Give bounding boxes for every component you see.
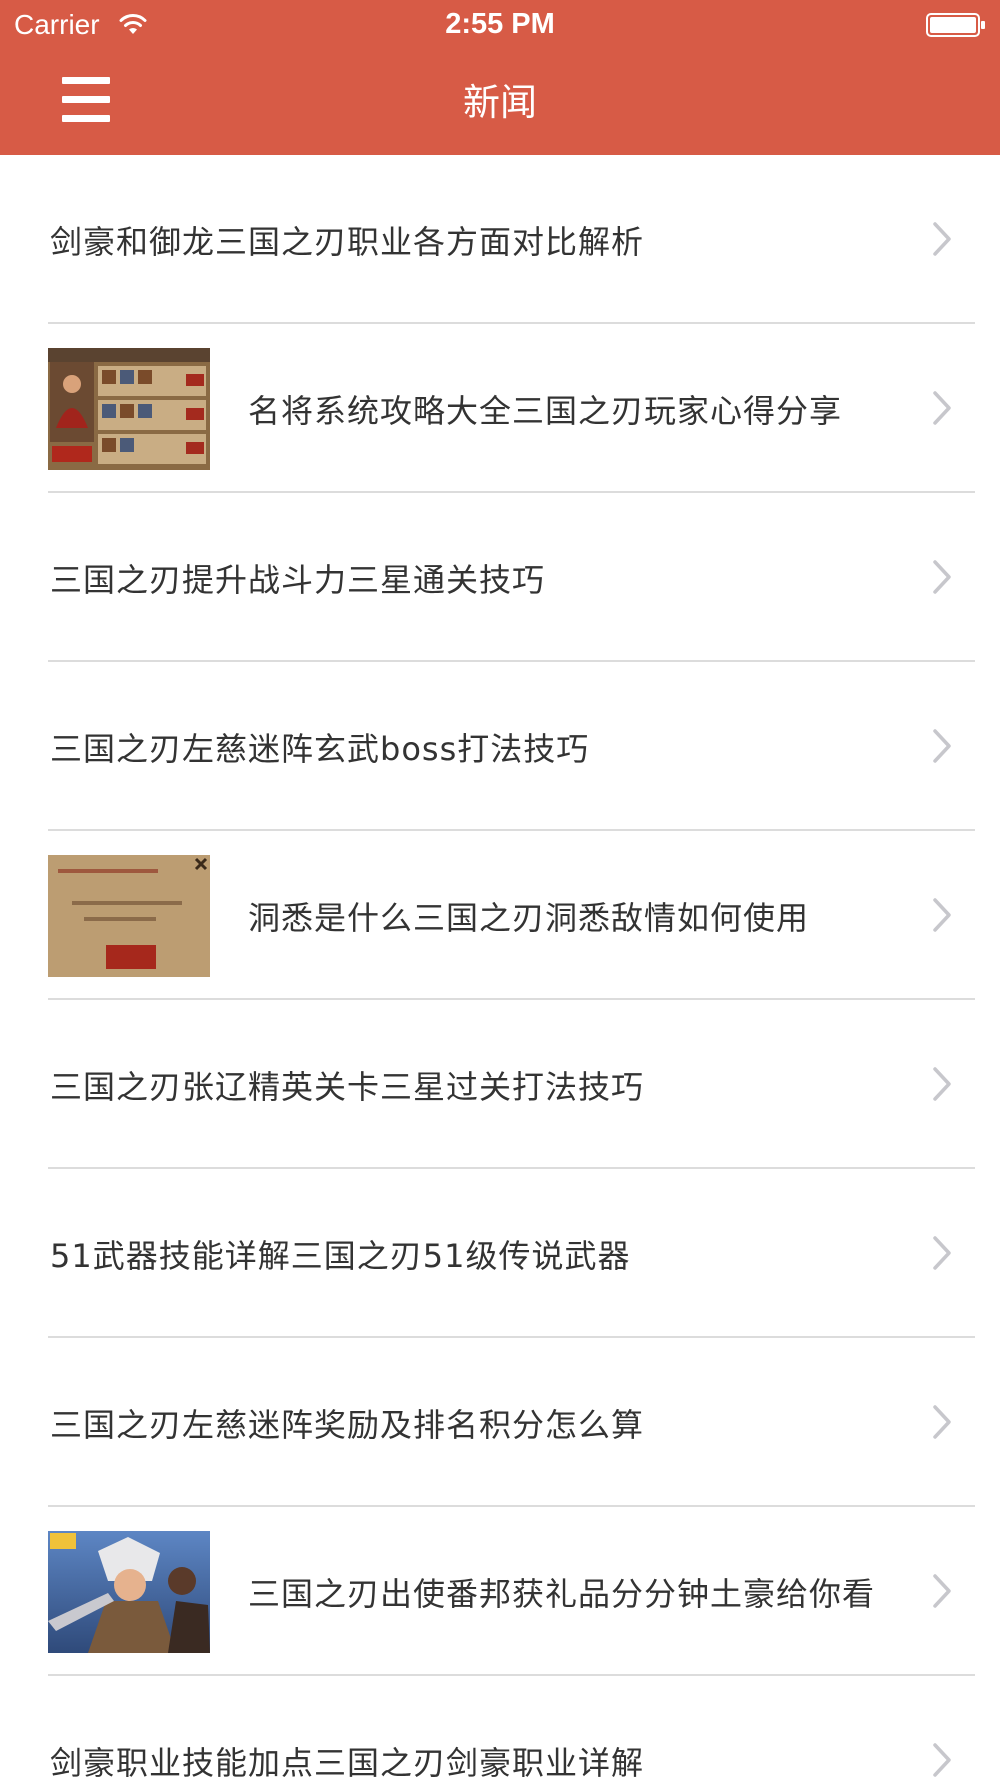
news-item-title: 三国之刃提升战斗力三星通关技巧 <box>50 560 546 599</box>
news-list-item[interactable]: 三国之刃出使番邦获礼品分分钟土豪给你看 <box>0 1507 1000 1676</box>
news-list-item[interactable]: 名将系统攻略大全三国之刃玩家心得分享 <box>0 324 1000 493</box>
chevron-right-icon <box>933 1405 951 1439</box>
status-bar: Carrier 2:55 PM <box>0 0 1000 50</box>
chevron-right-icon <box>933 1743 951 1777</box>
news-list-item[interactable]: 三国之刃左慈迷阵玄武boss打法技巧 <box>0 662 1000 831</box>
news-item-title: 剑豪职业技能加点三国之刃剑豪职业详解 <box>50 1743 645 1778</box>
clock: 2:55 PM <box>445 8 555 40</box>
chevron-right-icon <box>933 1236 951 1270</box>
chevron-right-icon <box>933 560 951 594</box>
news-item-title: 三国之刃张辽精英关卡三星过关打法技巧 <box>50 1067 645 1106</box>
news-item-title: 剑豪和御龙三国之刃职业各方面对比解析 <box>50 222 645 261</box>
chevron-right-icon <box>933 222 951 256</box>
news-list-item[interactable]: 洞悉是什么三国之刃洞悉敌情如何使用 <box>0 831 1000 1000</box>
news-thumbnail-image <box>48 1531 210 1653</box>
news-list-item[interactable]: 三国之刃张辽精英关卡三星过关打法技巧 <box>0 1000 1000 1169</box>
page-title: 新闻 <box>463 81 537 124</box>
news-item-title: 三国之刃左慈迷阵奖励及排名积分怎么算 <box>50 1405 645 1444</box>
news-item-title: 洞悉是什么三国之刃洞悉敌情如何使用 <box>248 898 810 937</box>
news-thumbnail-image <box>48 348 210 470</box>
chevron-right-icon <box>933 391 951 425</box>
battery-icon <box>926 13 985 37</box>
chevron-right-icon <box>933 1574 951 1608</box>
navigation-header: Carrier 2:55 PM 新闻 <box>0 0 1000 155</box>
news-item-title: 名将系统攻略大全三国之刃玩家心得分享 <box>248 391 843 430</box>
news-thumbnail-image <box>48 855 210 977</box>
news-list-item[interactable]: 三国之刃提升战斗力三星通关技巧 <box>0 493 1000 662</box>
chevron-right-icon <box>933 729 951 763</box>
news-list[interactable]: 剑豪和御龙三国之刃职业各方面对比解析 名将系统攻略大全三国之刃玩家心得分享 三国… <box>0 155 1000 1778</box>
chevron-right-icon <box>933 1067 951 1101</box>
news-item-title: 三国之刃左慈迷阵玄武boss打法技巧 <box>50 729 590 768</box>
news-list-item[interactable]: 51武器技能详解三国之刃51级传说武器 <box>0 1169 1000 1338</box>
news-item-title: 三国之刃出使番邦获礼品分分钟土豪给你看 <box>248 1574 876 1613</box>
news-list-item[interactable]: 剑豪职业技能加点三国之刃剑豪职业详解 <box>0 1676 1000 1778</box>
chevron-right-icon <box>933 898 951 932</box>
news-list-item[interactable]: 三国之刃左慈迷阵奖励及排名积分怎么算 <box>0 1338 1000 1507</box>
news-item-title: 51武器技能详解三国之刃51级传说武器 <box>50 1236 631 1275</box>
news-list-item[interactable]: 剑豪和御龙三国之刃职业各方面对比解析 <box>0 155 1000 324</box>
